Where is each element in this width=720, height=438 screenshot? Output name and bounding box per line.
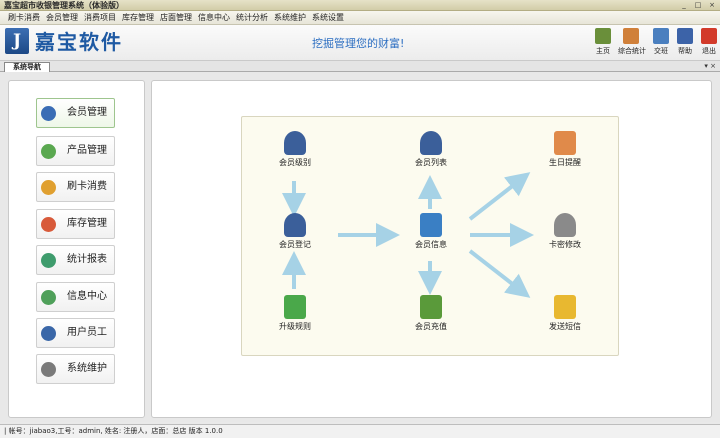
member-info-icon [420, 213, 442, 237]
nav-label: 用户员工 [67, 327, 107, 338]
nav-item-maintenance[interactable]: 系统维护 [36, 354, 115, 384]
header-toolbar: J 嘉宝软件 挖掘管理您的财富! 主页 综合统计 交班 帮助 退出 [0, 25, 720, 61]
nav-label: 统计报表 [67, 254, 107, 265]
upgrade-rule-icon [284, 295, 306, 319]
node-member-register[interactable]: 会员登记 [269, 213, 321, 251]
menu-bar: 刷卡消费 会员管理 消费项目 库存管理 店面管理 信息中心 统计分析 系统维护 … [0, 11, 720, 25]
nav-label: 库存管理 [67, 218, 107, 229]
home-label: 主页 [596, 47, 610, 55]
slogan: 挖掘管理您的财富! [312, 37, 405, 50]
logo-icon: J [5, 28, 29, 54]
swap-icon [653, 28, 669, 44]
member-recharge-icon [420, 295, 442, 319]
help-icon [677, 28, 693, 44]
nav-label: 信息中心 [67, 291, 107, 302]
nav-label: 产品管理 [67, 145, 107, 156]
title-bar: 嘉宝超市收银管理系统（体验版） _ □ × [0, 0, 720, 11]
tab-controls[interactable]: ▾ × [704, 61, 716, 72]
node-upgrade-rule[interactable]: 升级规则 [269, 295, 321, 333]
node-member-info[interactable]: 会员信息 [405, 213, 457, 251]
card-icon [41, 180, 56, 195]
node-label: 卡密修改 [549, 240, 581, 249]
info-icon [41, 290, 56, 305]
menu-item-stock[interactable]: 库存管理 [122, 11, 154, 25]
status-text: | 帐号：jiabao3,工号：admin, 姓名: 注册人，店面：总店 版本 … [4, 427, 223, 435]
member-level-icon [284, 131, 306, 155]
window-controls: _ □ × [678, 1, 718, 10]
stock-icon [41, 217, 56, 232]
stats-button[interactable]: 综合统计 [618, 28, 646, 58]
nav-item-info[interactable]: 信息中心 [36, 282, 115, 312]
node-card-password[interactable]: 卡密修改 [539, 213, 591, 251]
menu-item-store[interactable]: 店面管理 [160, 11, 192, 25]
nav-item-staff[interactable]: 用户员工 [36, 318, 115, 348]
node-label: 会员登记 [279, 240, 311, 249]
menu-item-statistics[interactable]: 统计分析 [236, 11, 268, 25]
home-button[interactable]: 主页 [590, 28, 616, 58]
close-button[interactable]: × [706, 1, 718, 10]
node-label: 生日提醒 [549, 158, 581, 167]
member-icon [41, 106, 56, 121]
logo-glyph: J [12, 31, 22, 51]
nav-label: 会员管理 [67, 107, 107, 118]
node-label: 会员充值 [415, 322, 447, 331]
product-icon [41, 144, 56, 159]
status-bar: | 帐号：jiabao3,工号：admin, 姓名: 注册人，店面：总店 版本 … [0, 424, 720, 438]
member-list-icon [420, 131, 442, 155]
exit-label: 退出 [702, 47, 716, 55]
node-send-sms[interactable]: 发送短信 [539, 295, 591, 333]
shift-button[interactable]: 交班 [648, 28, 674, 58]
content-area: 会员管理 产品管理 刷卡消费 库存管理 统计报表 信息中心 用户员工 系统维护 [0, 72, 720, 422]
window-title: 嘉宝超市收银管理系统（体验版） [4, 1, 124, 10]
nav-label: 刷卡消费 [67, 181, 107, 192]
menu-item-maintenance[interactable]: 系统维护 [274, 11, 306, 25]
node-label: 会员信息 [415, 240, 447, 249]
node-label: 发送短信 [549, 322, 581, 331]
menu-item-consume-items[interactable]: 消费项目 [84, 11, 116, 25]
menu-item-info[interactable]: 信息中心 [198, 11, 230, 25]
tab-bar: 系统导航 ▾ × [0, 61, 720, 72]
nav-item-product[interactable]: 产品管理 [36, 136, 115, 166]
tab-system-nav[interactable]: 系统导航 [4, 62, 50, 72]
minimize-button[interactable]: _ [678, 1, 690, 10]
node-label: 会员列表 [415, 158, 447, 167]
arrow-info-to-birthday [468, 172, 531, 221]
exit-button[interactable]: 退出 [696, 28, 720, 58]
menu-item-member[interactable]: 会员管理 [46, 11, 78, 25]
arrow-info-to-sms [468, 249, 531, 298]
stats-label: 综合统计 [618, 47, 646, 55]
menu-item-card-spend[interactable]: 刷卡消费 [8, 11, 40, 25]
home-icon [595, 28, 611, 44]
chart-icon [623, 28, 639, 44]
node-label: 升级规则 [279, 322, 311, 331]
settings-icon [41, 362, 56, 377]
member-register-icon [284, 213, 306, 237]
nav-panel: 会员管理 产品管理 刷卡消费 库存管理 统计报表 信息中心 用户员工 系统维护 [8, 80, 145, 418]
card-password-icon [554, 213, 576, 237]
send-sms-icon [554, 295, 576, 319]
shift-label: 交班 [654, 47, 668, 55]
node-label: 会员级别 [279, 158, 311, 167]
member-flow-diagram: 会员级别 会员列表 生日提醒 会员登记 会员信息 卡密修改 升级规则 会员充值 … [241, 116, 619, 356]
maximize-button[interactable]: □ [692, 1, 704, 10]
nav-item-report[interactable]: 统计报表 [36, 245, 115, 275]
nav-item-stock[interactable]: 库存管理 [36, 209, 115, 239]
help-label: 帮助 [678, 47, 692, 55]
power-icon [701, 28, 717, 44]
staff-icon [41, 326, 56, 341]
help-button[interactable]: 帮助 [672, 28, 698, 58]
main-panel: 会员级别 会员列表 生日提醒 会员登记 会员信息 卡密修改 升级规则 会员充值 … [151, 80, 712, 418]
menu-item-settings[interactable]: 系统设置 [312, 11, 344, 25]
node-member-list[interactable]: 会员列表 [405, 131, 457, 169]
nav-label: 系统维护 [67, 363, 107, 374]
node-member-recharge[interactable]: 会员充值 [405, 295, 457, 333]
birthday-cake-icon [554, 131, 576, 155]
node-member-level[interactable]: 会员级别 [269, 131, 321, 169]
node-birthday[interactable]: 生日提醒 [539, 131, 591, 169]
report-icon [41, 253, 56, 268]
logo-text: 嘉宝软件 [35, 30, 123, 54]
nav-item-card-spend[interactable]: 刷卡消费 [36, 172, 115, 202]
nav-item-member[interactable]: 会员管理 [36, 98, 115, 128]
